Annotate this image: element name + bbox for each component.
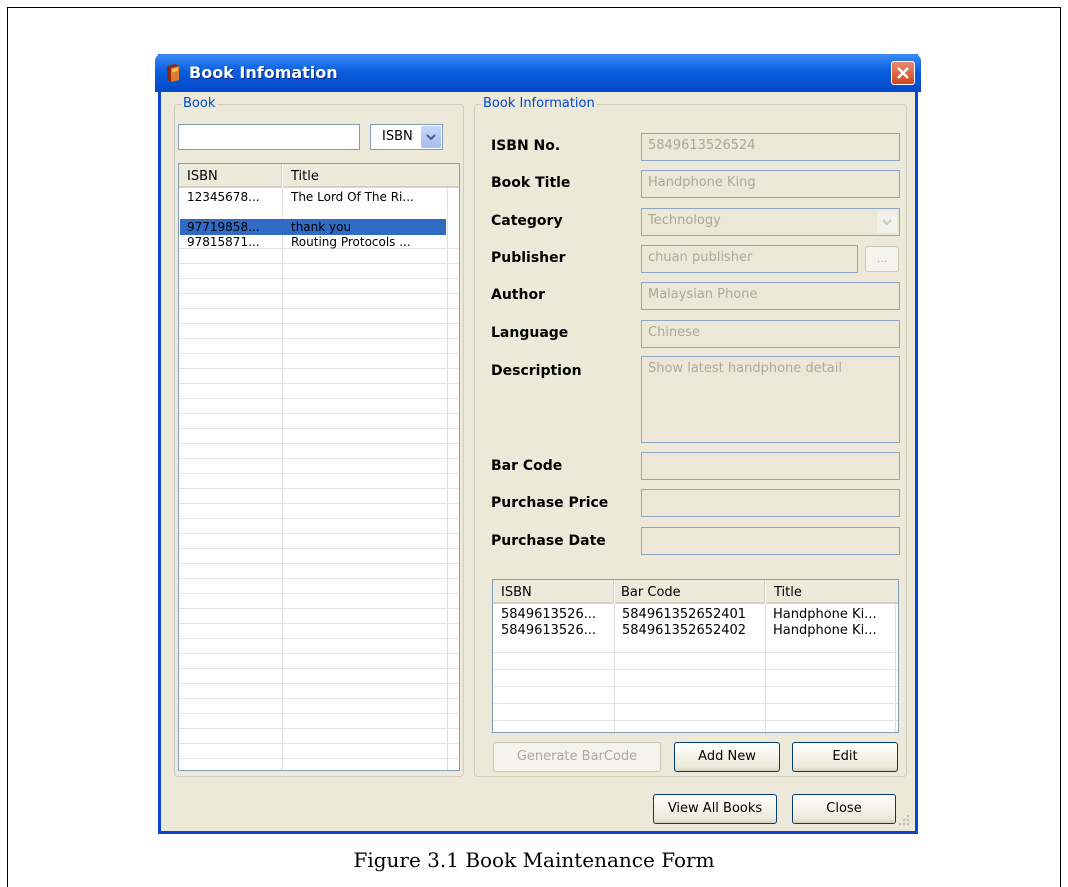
- purchase-price-label: Purchase Price: [491, 495, 609, 511]
- language-field[interactable]: Chinese: [641, 320, 900, 348]
- category-select[interactable]: Technology: [641, 208, 900, 236]
- book-information-window: Book ISBN ISBN Title 12345678... The Lord…: [158, 54, 918, 834]
- copy-row-barcode[interactable]: 584961352652401: [622, 607, 762, 622]
- category-label: Category: [491, 213, 563, 229]
- book-search-input[interactable]: [178, 124, 360, 150]
- window-titlebar[interactable]: Book Infomation: [155, 54, 921, 92]
- description-field[interactable]: Show latest handphone detail: [641, 356, 900, 443]
- book-title-label: Book Title: [491, 175, 571, 191]
- window-title: Book Infomation: [189, 63, 338, 82]
- chevron-down-icon: [877, 211, 897, 233]
- book-row-title[interactable]: Handphone King: [291, 205, 441, 220]
- book-group-legend: Book: [181, 96, 218, 111]
- col-header-isbn[interactable]: ISBN: [179, 164, 282, 188]
- isbn-field[interactable]: 5849613526524: [641, 133, 900, 161]
- copy-row-isbn[interactable]: 5849613526...: [501, 623, 611, 638]
- copies-col-header-isbn[interactable]: ISBN: [493, 580, 614, 604]
- view-all-books-button[interactable]: View All Books: [653, 794, 777, 824]
- language-label: Language: [491, 325, 569, 341]
- copies-col-header-barcode[interactable]: Bar Code: [615, 580, 765, 604]
- publisher-field[interactable]: chuan publisher: [641, 245, 858, 273]
- description-label: Description: [491, 363, 582, 379]
- purchase-price-field[interactable]: [641, 489, 900, 517]
- author-field[interactable]: Malaysian Phone: [641, 282, 900, 310]
- book-info-group: Book Information ISBN No. 5849613526524 …: [474, 96, 907, 777]
- add-new-button[interactable]: Add New: [674, 742, 780, 772]
- search-by-value: ISBN: [382, 129, 413, 144]
- purchase-date-field[interactable]: [641, 527, 900, 555]
- book-row-title[interactable]: The Lord Of The Ri...: [291, 190, 441, 205]
- book-group: Book ISBN ISBN Title 12345678... The Lord…: [174, 96, 464, 777]
- chevron-down-icon[interactable]: [421, 126, 441, 148]
- copy-row-isbn[interactable]: 5849613526...: [501, 607, 611, 622]
- book-row-title[interactable]: Routing Protocols ...: [291, 235, 441, 250]
- book-info-legend: Book Information: [481, 96, 597, 111]
- copy-row-title[interactable]: Handphone Ki...: [773, 623, 893, 638]
- isbn-label: ISBN No.: [491, 138, 561, 154]
- book-row-isbn[interactable]: 12345678...: [187, 190, 279, 205]
- book-icon: [165, 64, 181, 82]
- copy-row-barcode[interactable]: 584961352652402: [622, 623, 762, 638]
- publisher-label: Publisher: [491, 250, 566, 266]
- col-header-title[interactable]: Title: [283, 164, 459, 188]
- book-row-isbn[interactable]: 97719858...: [187, 220, 279, 235]
- purchase-date-label: Purchase Date: [491, 533, 606, 549]
- author-label: Author: [491, 287, 545, 303]
- publisher-browse-button[interactable]: ...: [865, 246, 899, 272]
- book-row-isbn[interactable]: 97815871...: [187, 235, 279, 250]
- figure-caption: Figure 3.1 Book Maintenance Form: [353, 848, 715, 872]
- book-list[interactable]: ISBN Title 12345678... The Lord Of The Ri…: [178, 163, 460, 771]
- book-row-isbn[interactable]: 58496135...: [187, 205, 279, 220]
- book-row-title[interactable]: thank you: [291, 220, 441, 235]
- barcode-field[interactable]: [641, 452, 900, 480]
- generate-barcode-button[interactable]: Generate BarCode: [493, 742, 661, 772]
- book-list-grid: [179, 188, 459, 770]
- category-value: Technology: [648, 213, 721, 228]
- close-icon[interactable]: [891, 61, 915, 85]
- copy-row-title[interactable]: Handphone Ki...: [773, 607, 893, 622]
- copies-list[interactable]: ISBN Bar Code Title 5849613526... 5849613…: [492, 579, 899, 733]
- copies-col-header-title[interactable]: Title: [766, 580, 898, 604]
- book-title-field[interactable]: Handphone King: [641, 170, 900, 198]
- search-by-select[interactable]: ISBN: [370, 124, 443, 150]
- barcode-label: Bar Code: [491, 458, 563, 474]
- close-button[interactable]: Close: [792, 794, 896, 824]
- resize-grip-icon[interactable]: [897, 813, 911, 827]
- edit-button[interactable]: Edit: [792, 742, 898, 772]
